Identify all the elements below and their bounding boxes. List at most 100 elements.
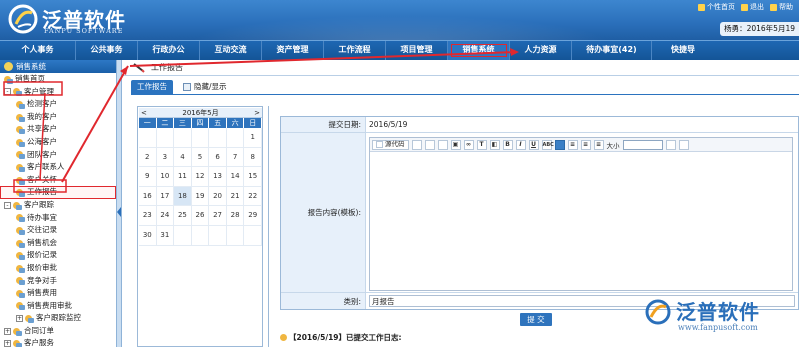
- sidebar-item[interactable]: 客户联系人: [0, 161, 116, 174]
- text-color-icon[interactable]: T: [476, 139, 487, 150]
- align-right-icon[interactable]: ≡: [580, 139, 591, 150]
- calendar-day[interactable]: 18: [174, 186, 192, 207]
- nav-admin-office[interactable]: 行政办公: [138, 41, 200, 60]
- nav-interaction[interactable]: 互动交流: [200, 41, 262, 60]
- calendar-day[interactable]: 30: [139, 225, 157, 246]
- sidebar-item[interactable]: - 客户跟踪: [0, 199, 116, 212]
- source-code-button[interactable]: 源代码: [372, 139, 409, 150]
- strikethrough-icon[interactable]: ABC: [541, 139, 554, 150]
- prev-month-button[interactable]: <: [141, 109, 147, 117]
- preview-icon[interactable]: [678, 139, 689, 150]
- nav-sales[interactable]: 销售系统: [448, 41, 510, 60]
- calendar-day[interactable]: 16: [139, 186, 157, 207]
- sidebar-item[interactable]: + 合同订单: [0, 325, 116, 338]
- calendar-day[interactable]: 29: [244, 206, 262, 226]
- nav-todo[interactable]: 待办事宜(42): [572, 41, 652, 60]
- sidebar-item[interactable]: - 客户管理: [0, 86, 116, 99]
- bold-icon[interactable]: B: [502, 139, 513, 150]
- fullscreen-icon[interactable]: [665, 139, 676, 150]
- next-month-button[interactable]: >: [254, 109, 260, 117]
- calendar-day[interactable]: 25: [174, 206, 192, 226]
- calendar-day[interactable]: 1: [244, 128, 262, 148]
- sidebar-header[interactable]: 销售系统: [0, 60, 116, 73]
- calendar-day[interactable]: 7: [226, 147, 245, 168]
- bg-color-icon[interactable]: ◧: [489, 139, 500, 150]
- calendar-day[interactable]: 8: [244, 147, 262, 168]
- align-center-icon[interactable]: ≡: [567, 139, 578, 150]
- calendar-day[interactable]: 11: [174, 167, 192, 187]
- calendar-day[interactable]: 12: [191, 167, 210, 187]
- collapse-arrow-icon[interactable]: [117, 207, 121, 217]
- calendar-day[interactable]: 15: [244, 167, 262, 187]
- calendar-day[interactable]: 13: [209, 167, 227, 187]
- calendar-day[interactable]: 31: [156, 225, 175, 246]
- nav-assets[interactable]: 资产管理: [262, 41, 324, 60]
- expand-icon[interactable]: +: [4, 340, 11, 347]
- justify-icon[interactable]: ≡: [593, 139, 604, 150]
- homepage-link[interactable]: 个性首页: [698, 2, 735, 12]
- link-icon[interactable]: ∞: [463, 139, 474, 150]
- tab-work-report[interactable]: 工作报告: [131, 80, 173, 94]
- calendar-day[interactable]: 20: [209, 186, 227, 207]
- calendar-day[interactable]: 14: [226, 167, 245, 187]
- calendar-day[interactable]: 5: [191, 147, 210, 168]
- sidebar-item[interactable]: 我的客户: [0, 111, 116, 124]
- sidebar-splitter[interactable]: [117, 60, 122, 347]
- calendar-day[interactable]: 26: [191, 206, 210, 226]
- nav-public[interactable]: 公共事务: [76, 41, 138, 60]
- calendar-day[interactable]: 10: [156, 167, 175, 187]
- nav-personal[interactable]: 个人事务: [0, 41, 76, 60]
- sidebar-item[interactable]: 销售费用审批: [0, 300, 116, 313]
- sidebar-item[interactable]: 工作报告: [0, 186, 116, 199]
- sidebar-item[interactable]: 竞争对手: [0, 275, 116, 288]
- calendar-day[interactable]: 22: [244, 186, 262, 207]
- sidebar-item[interactable]: 待办事宜: [0, 212, 116, 225]
- calendar-day[interactable]: 28: [226, 206, 245, 226]
- sidebar-item[interactable]: + 客户服务: [0, 337, 116, 347]
- sidebar-item[interactable]: 销售费用: [0, 287, 116, 300]
- sidebar-item[interactable]: 销售机会: [0, 237, 116, 250]
- sidebar-item[interactable]: 交往记录: [0, 224, 116, 237]
- calendar-day[interactable]: 4: [174, 147, 192, 168]
- sidebar-item[interactable]: 报价审批: [0, 262, 116, 275]
- logout-link[interactable]: 退出: [741, 2, 764, 12]
- calendar-day[interactable]: 27: [209, 206, 227, 226]
- calendar-day[interactable]: 17: [156, 186, 175, 207]
- collapse-icon[interactable]: -: [4, 201, 11, 209]
- collapse-icon[interactable]: -: [4, 88, 11, 96]
- sidebar-item[interactable]: 共享客户: [0, 123, 116, 136]
- calendar-day[interactable]: 2: [139, 147, 157, 168]
- nav-hr[interactable]: 人力资源: [510, 41, 572, 60]
- date-value[interactable]: 2016/5/19: [366, 117, 798, 132]
- nav-shortcuts[interactable]: 快捷导: [652, 41, 714, 60]
- copy-icon[interactable]: [424, 139, 435, 150]
- calendar-day[interactable]: 24: [156, 206, 175, 226]
- image-icon[interactable]: ▣: [450, 139, 461, 150]
- sidebar-item[interactable]: + 客户跟踪监控: [0, 312, 116, 325]
- sidebar-item[interactable]: 团队客户: [0, 149, 116, 162]
- sidebar-item[interactable]: 公海客户: [0, 136, 116, 149]
- toggle-show-hide[interactable]: 隐藏/显示: [177, 80, 233, 94]
- italic-icon[interactable]: I: [515, 139, 526, 150]
- calendar-day[interactable]: 21: [226, 186, 245, 207]
- calendar-day[interactable]: 9: [139, 167, 157, 187]
- submit-button[interactable]: 提 交: [520, 313, 552, 326]
- nav-project[interactable]: 项目管理: [386, 41, 448, 60]
- underline-icon[interactable]: U: [528, 139, 539, 150]
- expand-icon[interactable]: +: [4, 327, 11, 335]
- expand-icon[interactable]: +: [16, 315, 23, 323]
- sidebar-item[interactable]: 报价记录: [0, 249, 116, 262]
- sidebar-item[interactable]: 销售首页: [0, 73, 116, 86]
- sidebar-item[interactable]: 客户关怀: [0, 174, 116, 187]
- sidebar-item[interactable]: 检测客户: [0, 98, 116, 111]
- calendar-day[interactable]: 3: [156, 147, 175, 168]
- paste-icon[interactable]: [437, 139, 448, 150]
- calendar-day[interactable]: 19: [191, 186, 210, 207]
- nav-workflow[interactable]: 工作流程: [324, 41, 386, 60]
- help-link[interactable]: 帮助: [770, 2, 793, 12]
- align-left-icon[interactable]: [554, 139, 565, 150]
- new-doc-icon[interactable]: [411, 139, 422, 150]
- calendar-day[interactable]: 23: [139, 206, 157, 226]
- calendar-day[interactable]: 6: [209, 147, 227, 168]
- font-size-select[interactable]: [622, 139, 663, 150]
